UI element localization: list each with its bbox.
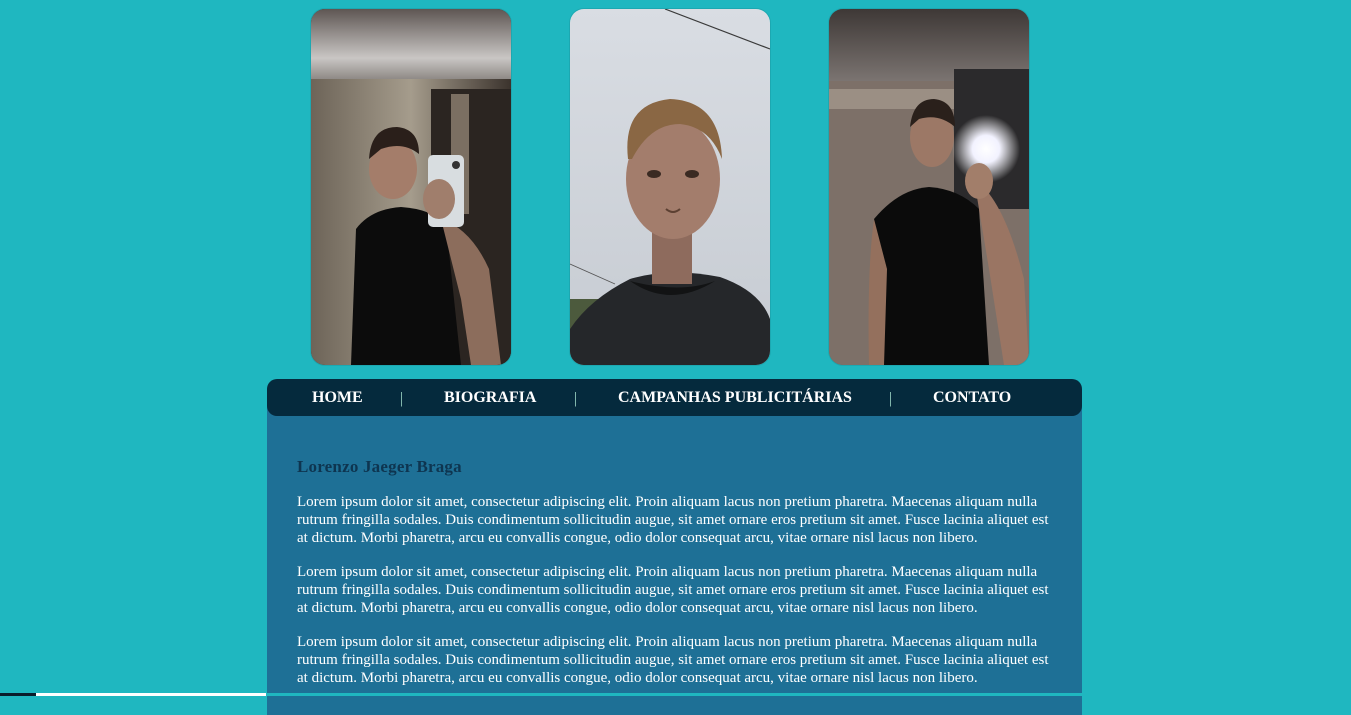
- main-nav: HOME | BIOGRAFIA | CAMPANHAS PUBLICITÁRI…: [267, 379, 1082, 416]
- nav-home-link[interactable]: HOME: [312, 379, 363, 416]
- nav-contato-link[interactable]: CONTATO: [933, 379, 1011, 416]
- photo-image-1: [311, 9, 511, 365]
- nav-biografia-link[interactable]: BIOGRAFIA: [444, 379, 536, 416]
- nav-campanhas-link[interactable]: CAMPANHAS PUBLICITÁRIAS: [618, 379, 852, 416]
- nav-separator: |: [889, 390, 893, 407]
- gallery-photo-3: [829, 9, 1029, 365]
- photo-image-2: [570, 9, 770, 365]
- content-paragraph-2: Lorem ipsum dolor sit amet, consectetur …: [297, 564, 1049, 616]
- nav-separator: |: [574, 390, 578, 407]
- nav-separator: |: [400, 390, 404, 407]
- content-paragraph-1: Lorem ipsum dolor sit amet, consectetur …: [297, 494, 1049, 546]
- biography-content: Lorenzo Jaeger Braga Lorem ipsum dolor s…: [267, 395, 1082, 715]
- photo-gallery: [0, 9, 1351, 366]
- page-title: Lorenzo Jaeger Braga: [297, 457, 462, 476]
- photo-image-3: [829, 9, 1029, 365]
- content-paragraph-3: Lorem ipsum dolor sit amet, consectetur …: [297, 634, 1049, 686]
- gallery-photo-2: [570, 9, 770, 365]
- gallery-photo-1: [311, 9, 511, 365]
